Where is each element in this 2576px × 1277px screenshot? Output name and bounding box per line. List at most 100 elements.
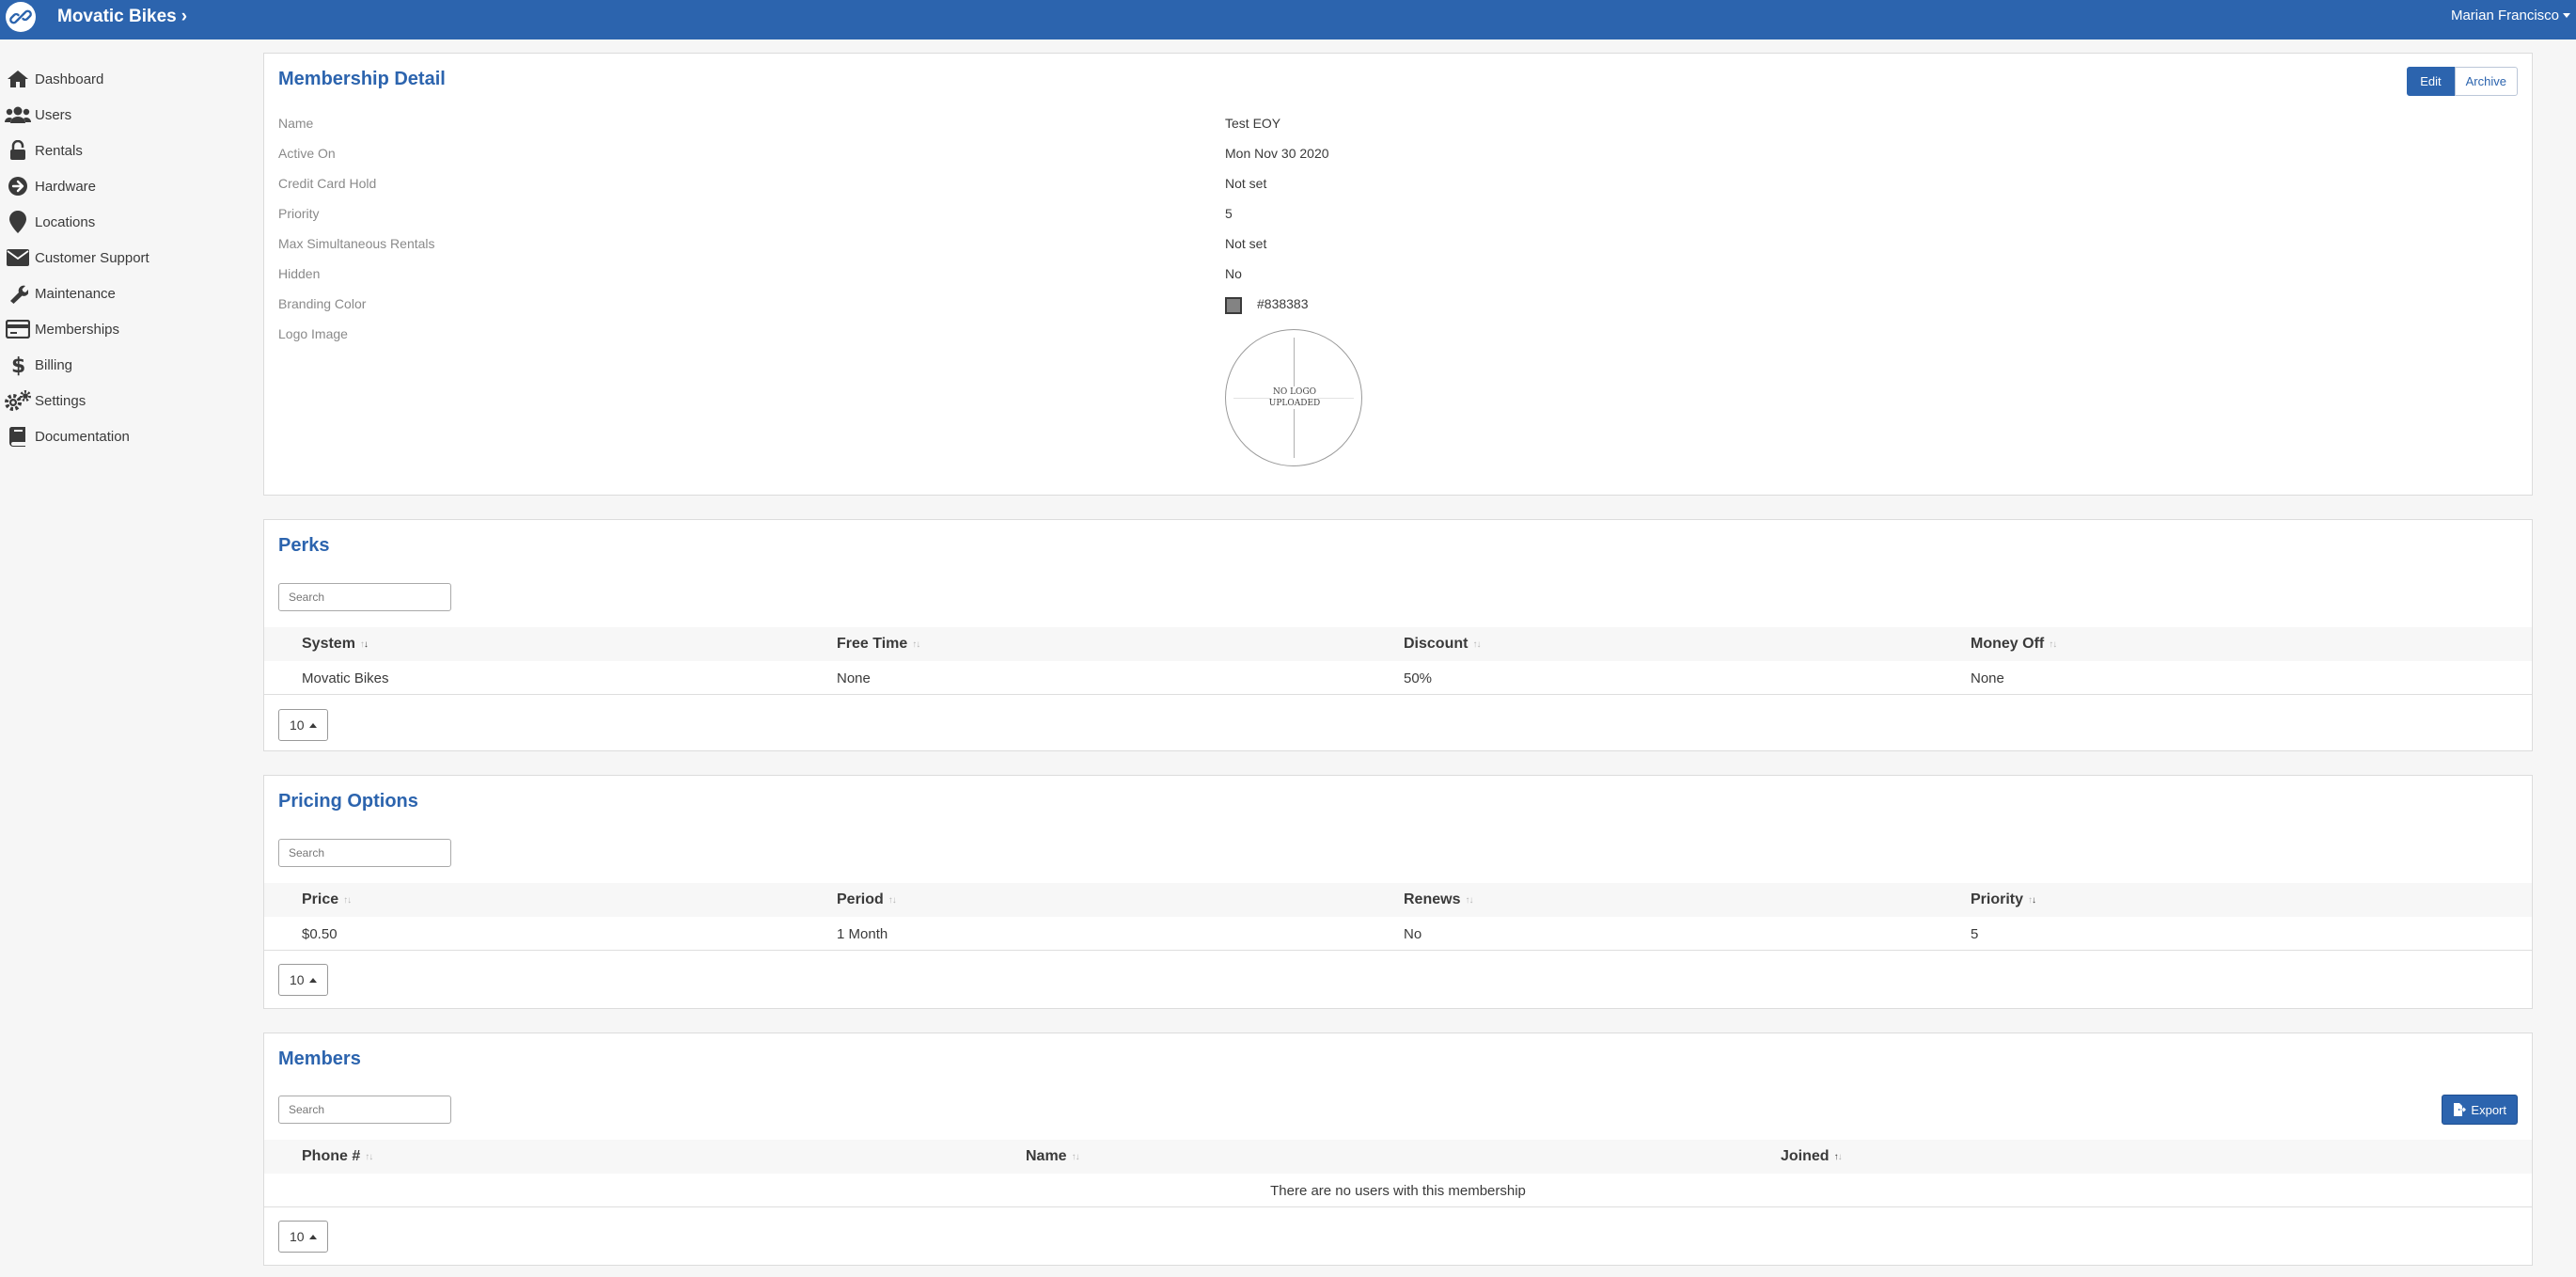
caret-up-icon (308, 1234, 317, 1239)
archive-button[interactable]: Archive (2454, 67, 2518, 96)
sidebar-item-label: Documentation (35, 428, 130, 445)
sidebar-item-label: Maintenance (35, 285, 116, 302)
detail-row-logo-image: Logo Image (278, 319, 2516, 349)
page-size-value: 10 (290, 1229, 305, 1244)
chain-link-icon[interactable] (6, 2, 36, 32)
export-label: Export (2471, 1102, 2506, 1117)
user-menu[interactable]: Marian Francisco (2451, 8, 2570, 24)
sort-icon[interactable]: ↑↓ (343, 895, 352, 906)
table-cell: 50% (1404, 670, 1433, 686)
column-label: Discount (1404, 636, 1469, 652)
sort-icon[interactable]: ↑↓ (2049, 639, 2057, 650)
page-size-select[interactable]: 10 (278, 964, 328, 996)
sort-icon[interactable]: ↑↓ (912, 639, 920, 650)
membership-detail-card: Membership Detail Edit Archive Name Test… (263, 53, 2533, 496)
column-label: Money Off (1971, 636, 2045, 652)
top-navbar: Movatic Bikes › Marian Francisco (0, 0, 2576, 39)
dollar-icon: $ (0, 347, 35, 383)
column-header-period[interactable]: Period ↑↓ (837, 891, 897, 908)
sidebar-item-users[interactable]: Users (0, 97, 254, 133)
sort-icon[interactable]: ↑↓ (1472, 639, 1481, 650)
table-header: Phone # ↑↓ Name ↑↓ Joined ↑↓ (264, 1140, 2532, 1174)
column-header-system[interactable]: System ↑↓ (302, 636, 369, 653)
table-header: Price ↑↓ Period ↑↓ Renews ↑↓ Priority ↑↓ (264, 883, 2532, 917)
file-export-icon (2454, 1103, 2467, 1116)
sidebar-item-label: Memberships (35, 321, 120, 338)
search-input[interactable] (278, 839, 451, 867)
table-cell: $0.50 (302, 926, 338, 942)
column-label: Price (302, 891, 339, 907)
sort-icon[interactable]: ↑↓ (365, 1152, 373, 1162)
sidebar-item-memberships[interactable]: Memberships (0, 311, 254, 347)
card-title: Pricing Options (278, 791, 418, 812)
column-header-discount[interactable]: Discount ↑↓ (1404, 636, 1481, 653)
column-header-priority[interactable]: Priority ↑↓ (1971, 891, 2036, 908)
lock-icon (0, 133, 35, 168)
column-header-name[interactable]: Name ↑↓ (1026, 1148, 1080, 1165)
table-cell: None (1971, 670, 2004, 686)
users-icon (0, 97, 35, 133)
detail-row-branding-color: Branding Color #838383 (278, 289, 2516, 319)
chevron-right-icon: › (181, 7, 188, 26)
sort-icon[interactable]: ↑↓ (360, 639, 369, 650)
search-input[interactable] (278, 1096, 451, 1124)
home-icon (0, 61, 35, 97)
sort-icon[interactable]: ↑↓ (1834, 1152, 1843, 1162)
logo-placeholder: NO LOGO UPLOADED (1225, 329, 1362, 466)
sidebar-item-label: Billing (35, 356, 73, 373)
sidebar-item-billing[interactable]: $ Billing (0, 347, 254, 383)
column-header-phone[interactable]: Phone # ↑↓ (302, 1148, 373, 1165)
detail-row-active-on: Active On Mon Nov 30 2020 (278, 138, 2516, 168)
sidebar-item-documentation[interactable]: Documentation (0, 418, 254, 454)
field-label: Credit Card Hold (278, 176, 377, 191)
book-icon (0, 418, 35, 454)
sidebar-item-label: Customer Support (35, 249, 149, 266)
sidebar-item-dashboard[interactable]: Dashboard (0, 61, 254, 97)
sidebar-item-label: Settings (35, 392, 86, 409)
page-size-value: 10 (290, 972, 305, 987)
table-cell: 1 Month (837, 926, 888, 942)
column-header-joined[interactable]: Joined ↑↓ (1781, 1148, 1843, 1165)
sidebar-item-label: Locations (35, 213, 96, 230)
column-header-renews[interactable]: Renews ↑↓ (1404, 891, 1473, 908)
field-label: Hidden (278, 266, 321, 281)
column-label: Joined (1781, 1148, 1830, 1164)
sort-icon[interactable]: ↑↓ (1072, 1152, 1080, 1162)
field-label: Active On (278, 146, 336, 161)
column-header-price[interactable]: Price ↑↓ (302, 891, 352, 908)
sort-icon[interactable]: ↑↓ (2028, 895, 2036, 906)
column-label: Renews (1404, 891, 1461, 907)
column-label: Priority (1971, 891, 2024, 907)
detail-row-max-simultaneous-rentals: Max Simultaneous Rentals Not set (278, 229, 2516, 259)
page-size-value: 10 (290, 717, 305, 733)
column-header-money-off[interactable]: Money Off ↑↓ (1971, 636, 2057, 653)
sort-icon[interactable]: ↑↓ (1465, 895, 1473, 906)
search-input[interactable] (278, 583, 451, 611)
sidebar-item-customer-support[interactable]: Customer Support (0, 240, 254, 276)
export-button[interactable]: Export (2442, 1095, 2518, 1125)
brand-switcher[interactable]: Movatic Bikes › (57, 7, 187, 27)
card-title: Members (278, 1048, 361, 1069)
table-header: System ↑↓ Free Time ↑↓ Discount ↑↓ Money Of… (264, 627, 2532, 661)
caret-up-icon (308, 977, 317, 983)
sidebar-item-locations[interactable]: Locations (0, 204, 254, 240)
field-label: Name (278, 116, 314, 131)
table-row-empty: There are no users with this membership (264, 1174, 2532, 1207)
page-size-select[interactable]: 10 (278, 709, 328, 741)
page-size-select[interactable]: 10 (278, 1221, 328, 1253)
logo-placeholder-line: NO LOGO (1270, 386, 1319, 399)
sidebar-item-settings[interactable]: Settings (0, 383, 254, 418)
column-header-free-time[interactable]: Free Time ↑↓ (837, 636, 920, 653)
field-value: 5 (1225, 206, 1233, 221)
sort-icon[interactable]: ↑↓ (888, 895, 897, 906)
envelope-icon (0, 240, 35, 276)
sidebar-item-maintenance[interactable]: Maintenance (0, 276, 254, 311)
card-title: Perks (278, 535, 330, 556)
sidebar-item-hardware[interactable]: Hardware (0, 168, 254, 204)
edit-button[interactable]: Edit (2407, 67, 2455, 96)
table-row: Movatic Bikes None 50% None (264, 661, 2532, 695)
field-label: Logo Image (278, 326, 348, 341)
field-value: Not set (1225, 236, 1267, 251)
sidebar-item-rentals[interactable]: Rentals (0, 133, 254, 168)
table-cell: Movatic Bikes (302, 670, 389, 686)
